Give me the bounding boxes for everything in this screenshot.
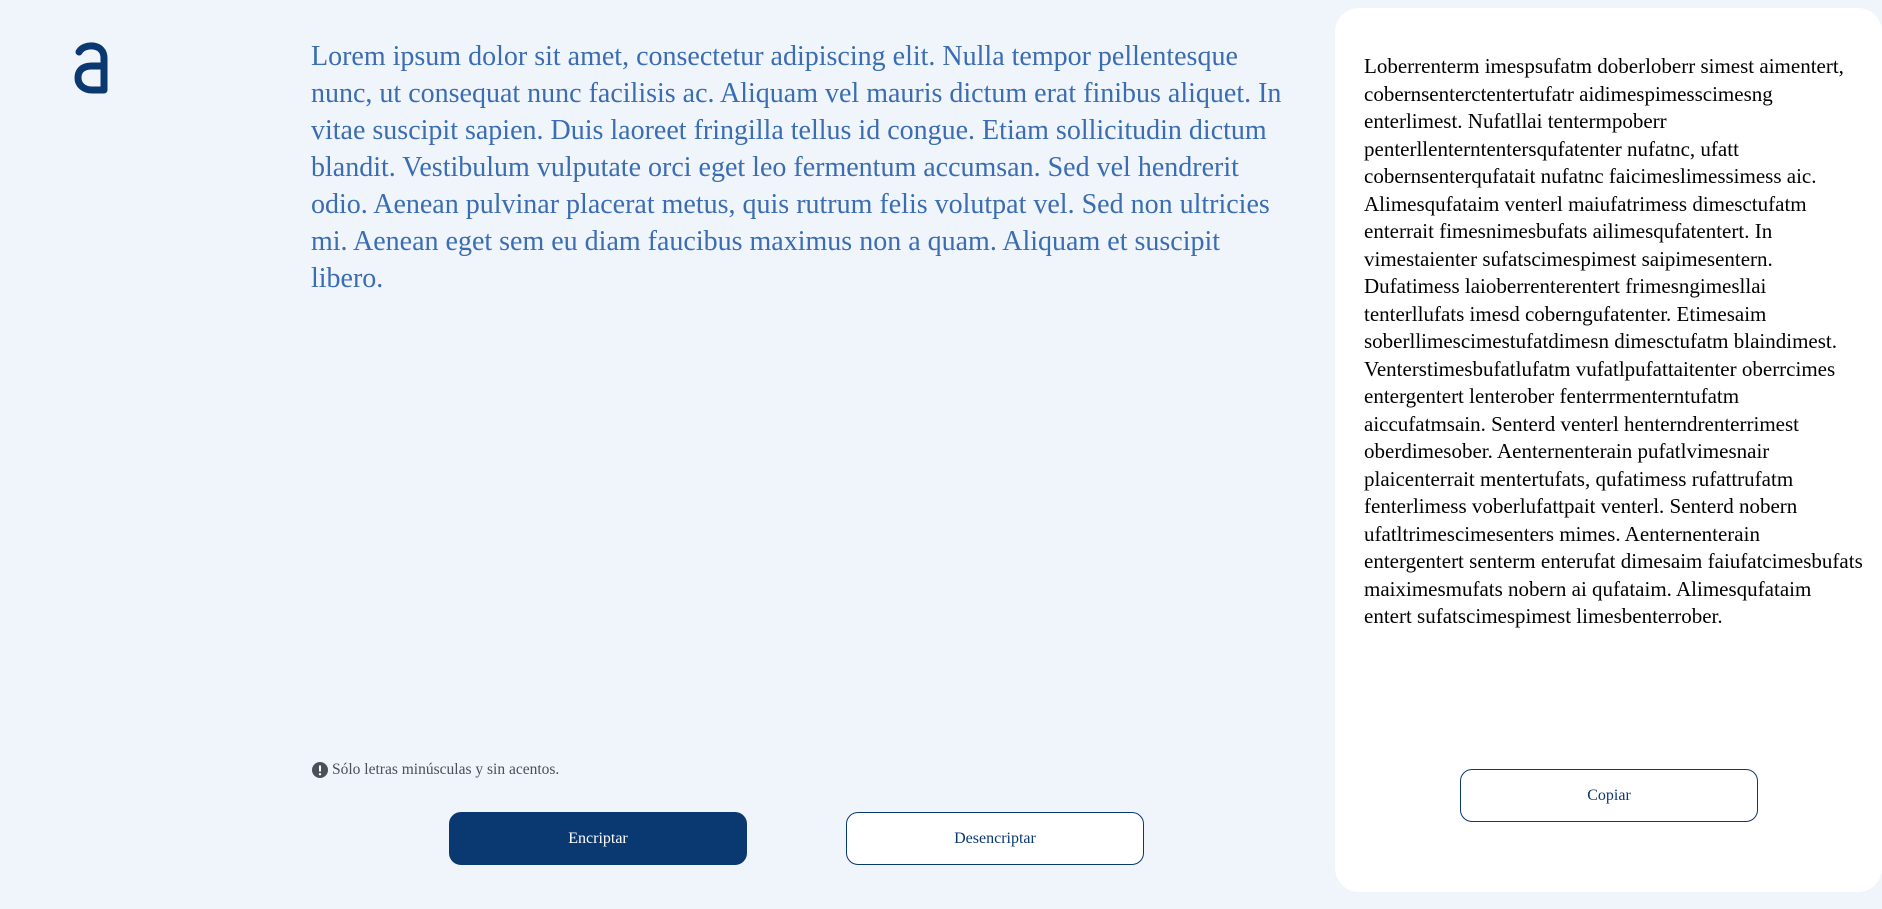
output-panel: Loberrenterm imespsufatm doberloberr sim… xyxy=(1335,8,1882,892)
warning-text: Sólo letras minúsculas y sin acentos. xyxy=(332,761,560,778)
alura-logo-icon xyxy=(72,40,112,94)
encrypt-button[interactable]: Encriptar xyxy=(449,812,747,865)
warning-message: Sólo letras minúsculas y sin acentos. xyxy=(312,761,559,779)
output-text: Loberrenterm imespsufatm doberloberr sim… xyxy=(1364,54,1863,628)
exclamation-circle-icon xyxy=(312,762,328,778)
decrypt-button[interactable]: Desencriptar xyxy=(846,812,1144,865)
copy-button[interactable]: Copiar xyxy=(1460,769,1758,822)
text-input[interactable]: Lorem ipsum dolor sit amet, consectetur … xyxy=(311,38,1286,728)
